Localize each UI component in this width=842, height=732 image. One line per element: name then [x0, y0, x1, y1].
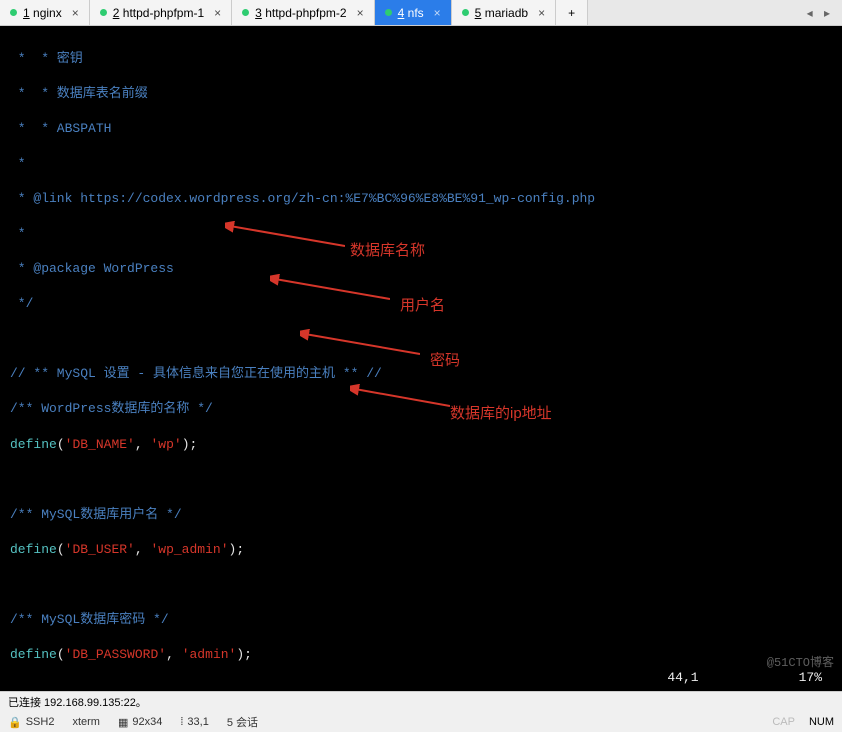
tab-label: 2 httpd-phpfpm-1 [113, 6, 204, 20]
close-icon[interactable]: × [434, 6, 441, 20]
grid-icon: ▦ [118, 716, 128, 729]
code-line: * @package WordPress [10, 260, 832, 278]
tab-nfs[interactable]: 4 nfs × [375, 0, 452, 25]
code-line: * @link https://codex.wordpress.org/zh-c… [10, 190, 832, 208]
tab-mariadb[interactable]: 5 mariadb × [452, 0, 556, 25]
code-line: define('DB_USER', 'wp_admin'); [10, 541, 832, 559]
status-dot-icon [100, 9, 107, 16]
watermark: @51CTO博客 [767, 655, 834, 671]
status-dot-icon [10, 9, 17, 16]
annotation-db-name: 数据库名称 [350, 241, 425, 261]
code-line: * * 数据库表名前缀 [10, 85, 832, 103]
tab-bar: 1 nginx × 2 httpd-phpfpm-1 × 3 httpd-php… [0, 0, 842, 26]
close-icon[interactable]: × [538, 6, 545, 20]
tab-httpd-1[interactable]: 2 httpd-phpfpm-1 × [90, 0, 232, 25]
status-term: xterm [72, 716, 100, 728]
lock-icon: 🔒 [8, 716, 22, 729]
code-line: /** MySQL数据库用户名 */ [10, 506, 832, 524]
status-cap: CAP [772, 716, 795, 728]
code-line: // ** MySQL 设置 - 具体信息来自您正在使用的主机 ** // [10, 365, 832, 383]
add-tab-button[interactable]: + [556, 0, 588, 25]
tab-label: 5 mariadb [475, 6, 528, 20]
status-num: NUM [809, 716, 834, 728]
terminal-viewport[interactable]: * * 密钥 * * 数据库表名前缀 * * ABSPATH * * @link… [0, 26, 842, 691]
code-line: * * 密钥 [10, 50, 832, 68]
status-sessions: 5 会话 [227, 714, 258, 730]
code-line: * [10, 155, 832, 173]
status-dot-icon [462, 9, 469, 16]
bars-icon: ⁞ [180, 716, 183, 728]
code-line: * [10, 225, 832, 243]
code-line [10, 576, 832, 594]
status-size: ▦ 92x34 [118, 716, 162, 729]
tab-label: 4 nfs [398, 6, 424, 20]
close-icon[interactable]: × [357, 6, 364, 20]
status-dot-icon [385, 9, 392, 16]
status-dot-icon [242, 9, 249, 16]
tab-label: 3 httpd-phpfpm-2 [255, 6, 346, 20]
status-bar: 已连接 192.168.99.135:22。 🔒SSH2 xterm ▦ 92x… [0, 691, 842, 729]
tab-label: 1 nginx [23, 6, 62, 20]
code-line: /** MySQL数据库密码 */ [10, 611, 832, 629]
tab-scroll-arrows[interactable]: ◂ ▸ [799, 6, 842, 20]
tab-nginx[interactable]: 1 nginx × [0, 0, 90, 25]
status-ssh: 🔒SSH2 [8, 716, 54, 729]
code-line [10, 330, 832, 348]
close-icon[interactable]: × [72, 6, 79, 20]
close-icon[interactable]: × [214, 6, 221, 20]
code-line [10, 471, 832, 489]
code-line: define('DB_NAME', 'wp'); [10, 436, 832, 454]
tab-httpd-2[interactable]: 3 httpd-phpfpm-2 × [232, 0, 374, 25]
code-line: /** WordPress数据库的名称 */ [10, 400, 832, 418]
code-line: * * ABSPATH [10, 120, 832, 138]
connection-status: 已连接 192.168.99.135:22。 [0, 692, 842, 712]
status-cursor: ⁞ 33,1 [180, 716, 208, 728]
code-line: */ [10, 295, 832, 313]
